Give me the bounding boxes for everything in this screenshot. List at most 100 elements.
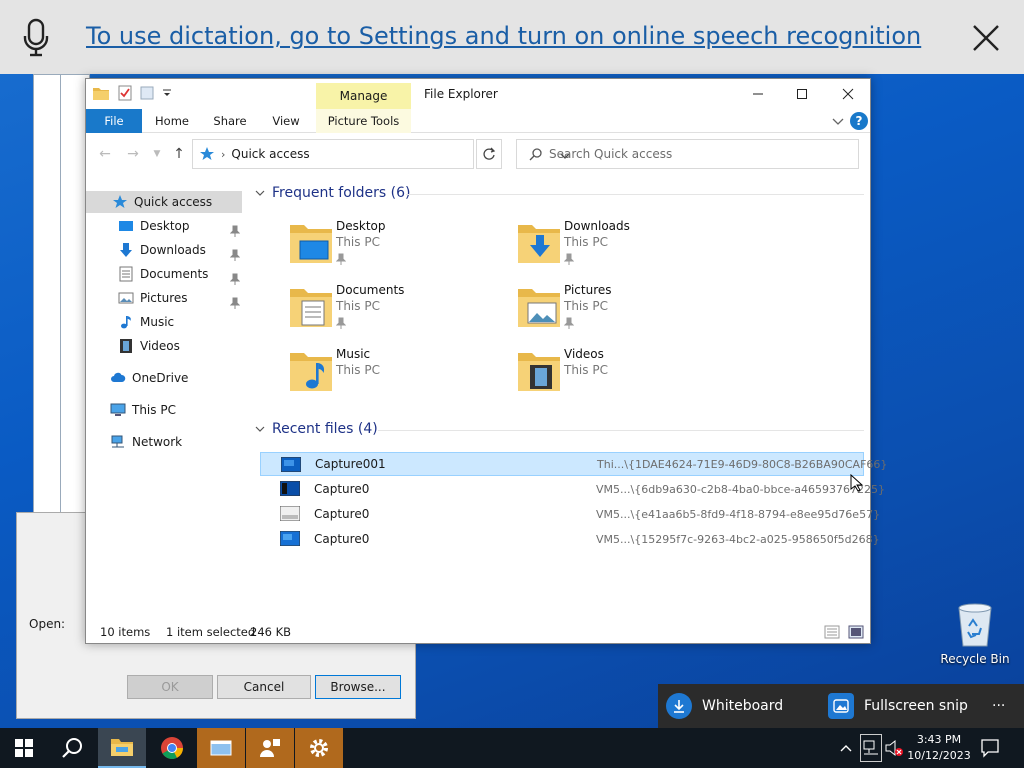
sidebar-item-desktop[interactable]: Desktop xyxy=(118,215,242,237)
file-name: Capture001 xyxy=(315,457,386,471)
download-arrow-icon xyxy=(120,243,132,257)
maximize-icon xyxy=(797,89,807,99)
file-name: Capture0 xyxy=(314,507,370,521)
recent-file-row[interactable]: Capture001 Thi...\{1DAE4624-71E9-46D9-80… xyxy=(260,452,887,476)
tab-file[interactable]: File xyxy=(86,109,142,133)
sidebar-item-network[interactable]: Network xyxy=(110,431,242,453)
folder-tile-downloads[interactable]: Downloads This PC xyxy=(516,219,736,279)
title-bar[interactable]: Manage File Explorer xyxy=(86,79,870,109)
cancel-button[interactable]: Cancel xyxy=(217,675,311,699)
search-icon xyxy=(62,738,82,758)
sidebar-item-onedrive[interactable]: OneDrive xyxy=(110,367,242,389)
snip-more-button[interactable]: ··· xyxy=(992,684,1005,728)
folder-tile-videos[interactable]: Videos This PC xyxy=(516,347,736,407)
ok-button[interactable]: OK xyxy=(127,675,213,699)
recent-file-row[interactable]: Capture0 VM5...\{e41aa6b5-8fd9-4f18-8794… xyxy=(260,502,880,526)
minimize-button[interactable] xyxy=(736,81,780,107)
image-thumbnail-icon xyxy=(280,481,300,496)
taskbar-app-people[interactable] xyxy=(246,728,294,768)
refresh-button[interactable] xyxy=(476,139,502,169)
taskbar-app-snip[interactable] xyxy=(197,728,245,768)
tab-picture-tools[interactable]: Picture Tools xyxy=(316,109,411,133)
sidebar-item-label: Documents xyxy=(140,267,209,281)
action-center-button[interactable] xyxy=(980,738,1002,758)
whiteboard-button[interactable]: Whiteboard xyxy=(666,684,783,728)
tray-volume-button[interactable] xyxy=(884,738,906,758)
taskbar-settings[interactable] xyxy=(295,728,343,768)
sidebar-item-this-pc[interactable]: This PC xyxy=(110,399,242,421)
sidebar-item-music[interactable]: Music xyxy=(118,311,242,333)
folder-tile-pictures[interactable]: Pictures This PC xyxy=(516,283,736,343)
image-thumbnail-icon xyxy=(280,531,300,546)
file-path: VM5...\{e41aa6b5-8fd9-4f18-8794-e8ee95d7… xyxy=(596,507,881,521)
sidebar-item-videos[interactable]: Videos xyxy=(118,335,242,357)
folder-location: This PC xyxy=(564,363,608,377)
breadcrumb-separator: › xyxy=(221,147,226,161)
recent-locations-button[interactable]: ▼ xyxy=(148,145,166,163)
folder-tile-documents[interactable]: Documents This PC xyxy=(288,283,508,343)
back-button[interactable]: ← xyxy=(96,145,114,163)
sidebar-item-downloads[interactable]: Downloads xyxy=(118,239,242,261)
sidebar-item-quick-access[interactable]: Quick access xyxy=(86,191,242,213)
recycle-bin-desktop-icon[interactable]: Recycle Bin xyxy=(938,600,1012,670)
maximize-button[interactable] xyxy=(780,81,824,107)
details-view-icon[interactable] xyxy=(824,625,840,639)
notification-icon xyxy=(981,739,999,758)
folder-tile-music[interactable]: Music This PC xyxy=(288,347,508,407)
close-icon[interactable] xyxy=(970,22,1002,54)
close-button[interactable] xyxy=(826,81,870,107)
pin-icon xyxy=(336,253,346,265)
large-icons-view-icon[interactable] xyxy=(848,625,864,639)
dictation-settings-link[interactable]: To use dictation, go to Settings and tur… xyxy=(86,22,921,50)
fullscreen-snip-button[interactable]: Fullscreen snip xyxy=(828,684,968,728)
browse-button[interactable]: Browse... xyxy=(315,675,401,699)
search-button[interactable] xyxy=(48,728,96,768)
tab-home[interactable]: Home xyxy=(146,109,198,133)
taskbar-chrome[interactable] xyxy=(148,728,196,768)
search-icon xyxy=(529,148,542,161)
recycle-bin-label: Recycle Bin xyxy=(940,652,1010,666)
tray-overflow-button[interactable] xyxy=(838,740,854,756)
breadcrumb[interactable]: Quick access xyxy=(231,147,309,161)
taskbar-clock[interactable]: 3:43 PM 10/12/2023 xyxy=(904,732,974,764)
film-icon xyxy=(120,339,132,353)
new-folder-icon[interactable] xyxy=(140,85,154,101)
search-input[interactable] xyxy=(549,147,839,161)
start-button[interactable] xyxy=(0,728,48,768)
recent-files-header[interactable]: Recent files (4) xyxy=(254,421,378,437)
document-icon xyxy=(119,266,133,282)
pin-icon[interactable] xyxy=(230,249,240,261)
chrome-icon xyxy=(161,737,183,759)
pin-icon[interactable] xyxy=(230,297,240,309)
taskbar-file-explorer[interactable] xyxy=(98,728,146,768)
frequent-folders-header[interactable]: Frequent folders (6) xyxy=(254,185,411,201)
address-bar[interactable]: › Quick access xyxy=(192,139,570,169)
music-folder-icon xyxy=(290,353,332,391)
tab-share[interactable]: Share xyxy=(204,109,256,133)
recent-file-row[interactable]: Capture0 VM5...\{6db9a630-c2b8-4ba0-bbce… xyxy=(260,477,885,501)
folder-name: Downloads xyxy=(564,219,630,233)
tray-network-button[interactable] xyxy=(860,734,882,762)
customize-chevron-icon[interactable] xyxy=(162,88,172,98)
search-box[interactable] xyxy=(516,139,859,169)
navigation-pane: Quick access Desktop Downloads Documents… xyxy=(86,185,246,615)
up-button[interactable]: ↑ xyxy=(170,145,188,163)
documents-folder-icon xyxy=(290,289,332,327)
tab-view[interactable]: View xyxy=(262,109,310,133)
chevron-down-icon[interactable] xyxy=(830,113,846,129)
pin-icon[interactable] xyxy=(230,273,240,285)
sidebar-item-pictures[interactable]: Pictures xyxy=(118,287,242,309)
properties-icon[interactable] xyxy=(118,85,132,101)
pin-icon xyxy=(564,253,574,265)
recent-file-row[interactable]: Capture0 VM5...\{15295f7c-9263-4bc2-a025… xyxy=(260,527,880,551)
sidebar-item-documents[interactable]: Documents xyxy=(118,263,242,285)
cloud-icon xyxy=(111,372,126,382)
folder-name: Documents xyxy=(336,283,405,297)
folder-tile-desktop[interactable]: Desktop This PC xyxy=(288,219,508,279)
forward-button[interactable]: → xyxy=(124,145,142,163)
windows-logo-icon xyxy=(15,739,33,757)
manage-tab[interactable]: Manage xyxy=(316,83,411,109)
help-button[interactable]: ? xyxy=(850,112,868,130)
speaker-muted-icon xyxy=(885,739,903,757)
pin-icon[interactable] xyxy=(230,225,240,237)
